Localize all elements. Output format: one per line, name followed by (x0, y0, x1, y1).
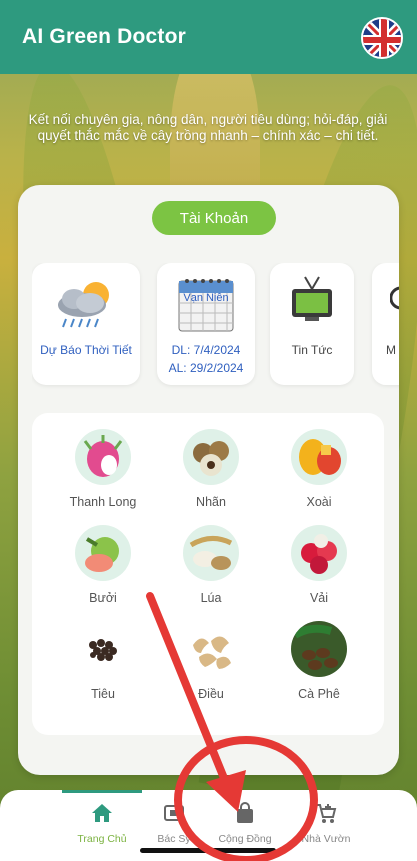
lychee-icon (291, 525, 347, 581)
main-card: Tài Khoản Dự Báo Thời Tiết Vạn Niên DL: … (18, 185, 399, 775)
bag-icon (205, 802, 285, 829)
nav-label: Bác Sỹ (157, 833, 191, 845)
nav-label: Nhà Vườn (301, 833, 351, 845)
feature-calendar[interactable]: Vạn Niên DL: 7/4/2024 AL: 29/2/2024 (157, 263, 255, 385)
crop-longan[interactable]: Nhãn (156, 429, 266, 525)
nav-home[interactable]: Trang Chủ (62, 802, 142, 845)
cart-icon (286, 802, 366, 829)
feature-partial[interactable]: M (372, 263, 399, 385)
coffee-icon (291, 621, 347, 677)
uk-flag-icon[interactable] (361, 17, 403, 59)
crop-label: Thanh Long (69, 495, 137, 509)
nav-garden[interactable]: Nhà Vườn (286, 802, 366, 845)
feature-label: Dự Báo Thời Tiết (40, 343, 132, 357)
feature-news[interactable]: Tin Tức (270, 263, 354, 385)
calendar-icon-text: Vạn Niên (183, 292, 228, 304)
home-indicator-bar (140, 848, 276, 853)
feature-label: DL: 7/4/2024 (171, 343, 241, 357)
app-bar: AI Green Doctor (0, 0, 417, 74)
crop-rice[interactable]: Lúa (156, 525, 266, 621)
crop-label: Lúa (200, 591, 222, 605)
crop-dragon-fruit[interactable]: Thanh Long (48, 429, 158, 525)
crop-label: Điều (198, 687, 224, 701)
account-button[interactable]: Tài Khoản (152, 201, 276, 235)
partial-icon (389, 273, 399, 328)
nav-community[interactable]: Cộng Đồng (205, 802, 285, 845)
feature-row: Dự Báo Thời Tiết Vạn Niên DL: 7/4/2024 A… (32, 263, 399, 393)
crop-label: Bưởi (89, 591, 117, 605)
nav-label: Trang Chủ (77, 833, 127, 845)
doctor-icon (134, 802, 214, 829)
crop-label: Xoài (306, 495, 332, 509)
rice-icon (183, 525, 239, 581)
tagline: Kết nối chuyên gia, nông dân, người tiêu… (28, 112, 388, 143)
crop-grid: Thanh Long Nhãn Xoài Bưởi Lúa Vải Tiêu Đ… (32, 413, 384, 735)
crop-label: Cà Phê (298, 687, 340, 701)
feature-label: Tin Tức (291, 343, 333, 357)
app-title: AI Green Doctor (22, 25, 187, 48)
crop-label: Nhãn (196, 495, 226, 509)
cashew-icon (183, 621, 239, 677)
longan-icon (183, 429, 239, 485)
crop-label: Tiêu (91, 687, 115, 701)
feature-label: M (386, 343, 396, 357)
crop-coffee[interactable]: Cà Phê (264, 621, 374, 717)
weather-icon (52, 273, 120, 340)
crop-label: Vải (309, 591, 329, 605)
crop-cashew[interactable]: Điều (156, 621, 266, 717)
home-icon (62, 802, 142, 829)
pepper-icon (75, 621, 131, 677)
crop-pepper[interactable]: Tiêu (48, 621, 158, 717)
feature-label-lunar: AL: 29/2/2024 (168, 361, 244, 375)
crop-pomelo[interactable]: Bưởi (48, 525, 158, 621)
dragon-fruit-icon (75, 429, 131, 485)
active-tab-indicator (62, 790, 142, 793)
mango-icon (291, 429, 347, 485)
crop-mango[interactable]: Xoài (264, 429, 374, 525)
crop-lychee[interactable]: Vải (264, 525, 374, 621)
pomelo-icon (75, 525, 131, 581)
feature-weather[interactable]: Dự Báo Thời Tiết (32, 263, 140, 385)
calendar-icon: Vạn Niên (173, 273, 239, 340)
nav-doctor[interactable]: Bác Sỹ (134, 802, 214, 845)
tv-icon (287, 273, 337, 334)
nav-label: Cộng Đồng (218, 833, 272, 845)
